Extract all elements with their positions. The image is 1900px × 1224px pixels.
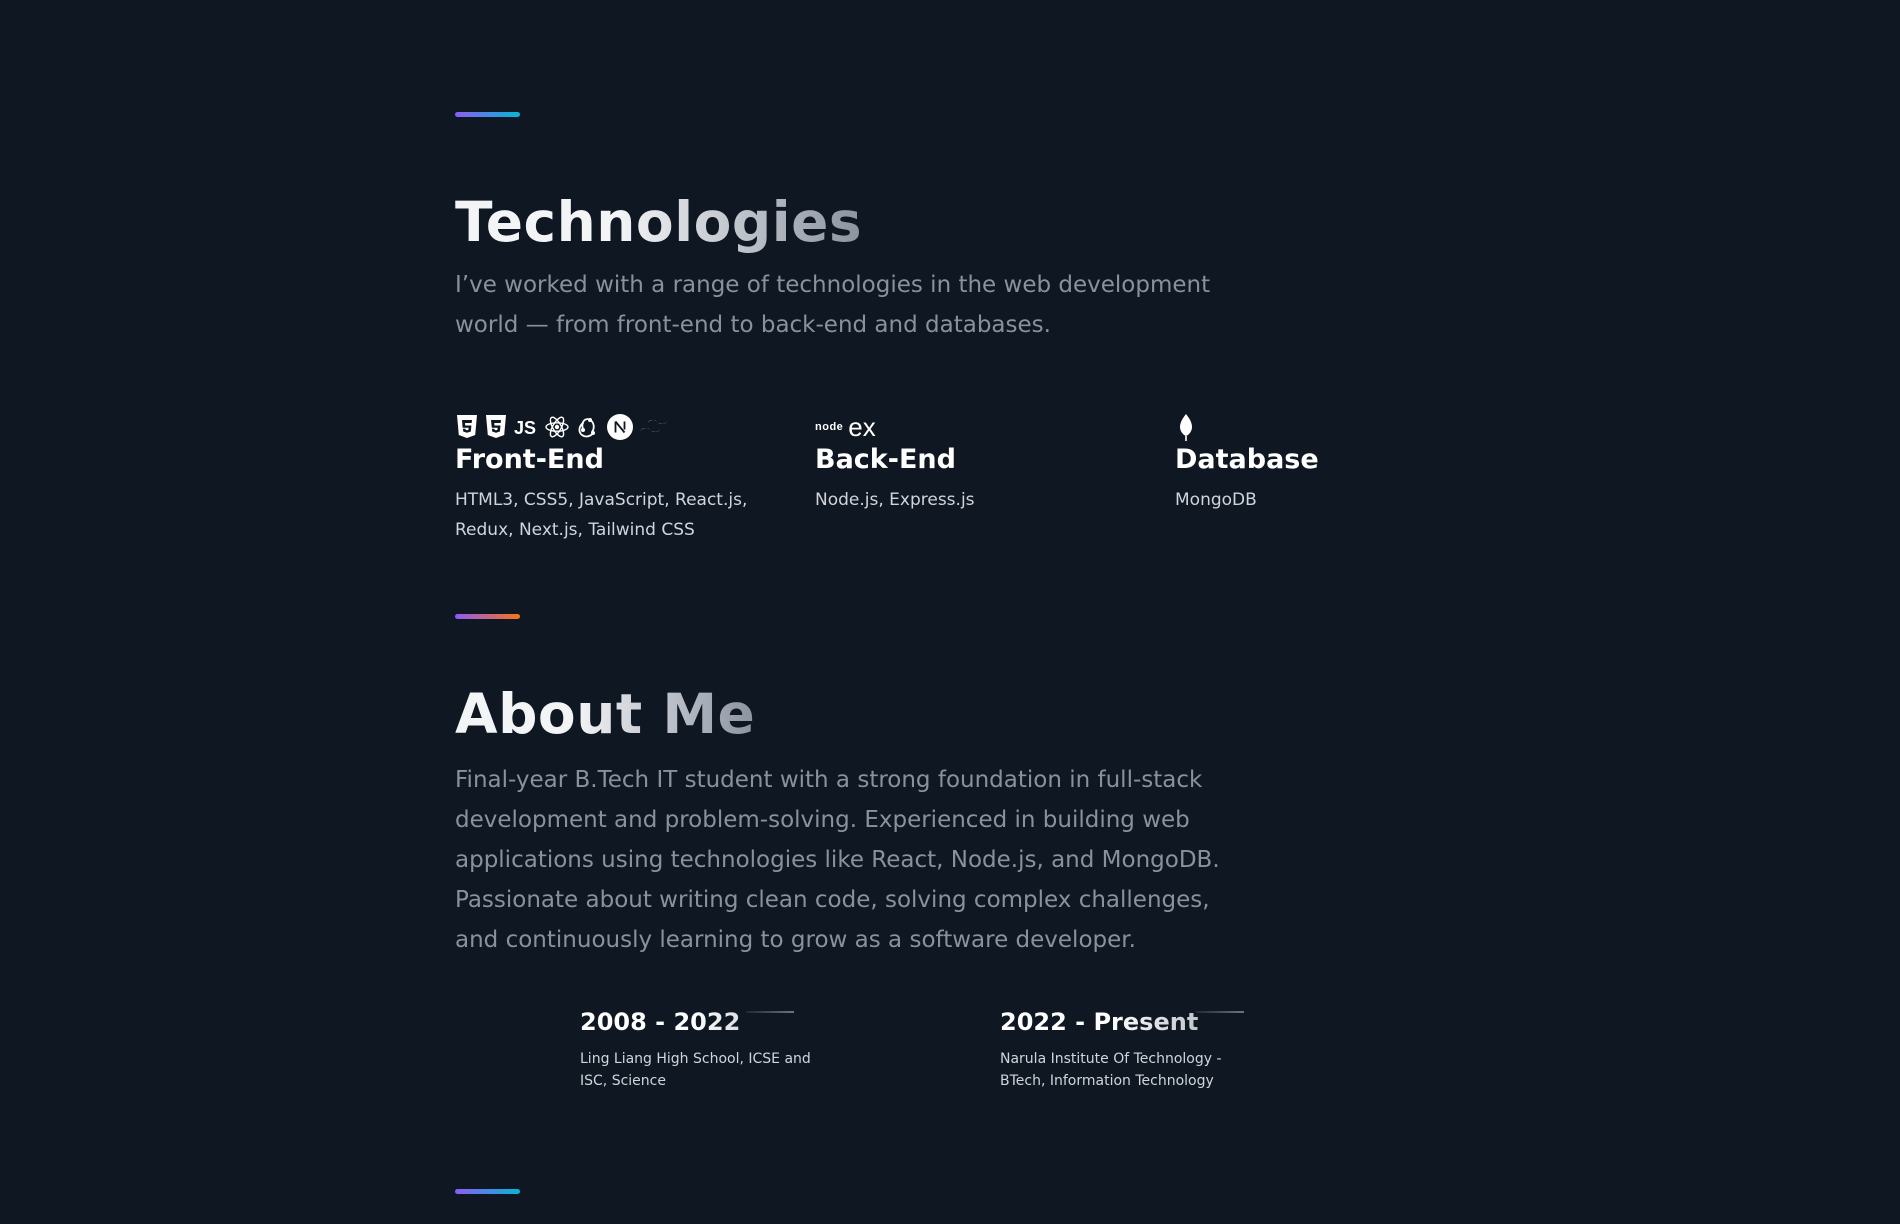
section-accent-bar [455, 1189, 520, 1194]
technologies-description: I’ve worked with a range of technologies… [455, 272, 1211, 338]
section-accent-bar [455, 614, 520, 619]
frontend-list: HTML3, CSS5, JavaScript, React.js, Redux… [455, 490, 748, 540]
svg-text:JS: JS [514, 418, 536, 438]
react-icon [545, 416, 569, 438]
database-list: MongoDB [1175, 490, 1257, 510]
backend-icons: node ex [815, 412, 1135, 442]
timeline-line [746, 1011, 794, 1013]
education-item: 2022 - Present Narula Institute Of Techn… [1000, 1008, 1245, 1092]
tech-category-backend: node ex Back-End Node.js, Express.js [815, 412, 1135, 515]
express-icon: ex [848, 412, 876, 442]
backend-list: Node.js, Express.js [815, 490, 975, 510]
about-description: Final-year B.Tech IT student with a stro… [455, 767, 1220, 953]
tech-category-frontend: JS Front-End HTML3, CSS5, JavaScript, Re… [455, 412, 775, 545]
frontend-title: Front-End [455, 444, 604, 475]
database-title: Database [1175, 444, 1319, 475]
mongodb-icon [1180, 414, 1192, 441]
technologies-title: Technologies [455, 190, 863, 254]
html5-icon [457, 415, 477, 438]
about-title: About Me [455, 682, 756, 746]
tech-category-database: Database MongoDB [1175, 412, 1495, 515]
education-details: Ling Liang High School, ICSE and ISC, Sc… [580, 1051, 811, 1089]
javascript-icon: JS [514, 418, 536, 438]
timeline-line [1196, 1011, 1244, 1013]
nodejs-icon: node [815, 421, 844, 433]
education-details: Narula Institute Of Technology - BTech, … [1000, 1051, 1222, 1089]
css3-icon [486, 415, 506, 438]
frontend-icons: JS [455, 412, 775, 442]
education-item: 2008 - 2022 Ling Liang High School, ICSE… [580, 1008, 825, 1092]
section-accent-bar [455, 112, 520, 117]
database-icons [1175, 412, 1495, 442]
tailwind-icon [640, 420, 668, 432]
nextjs-icon [607, 414, 633, 440]
redux-icon [578, 418, 595, 438]
backend-title: Back-End [815, 444, 956, 475]
